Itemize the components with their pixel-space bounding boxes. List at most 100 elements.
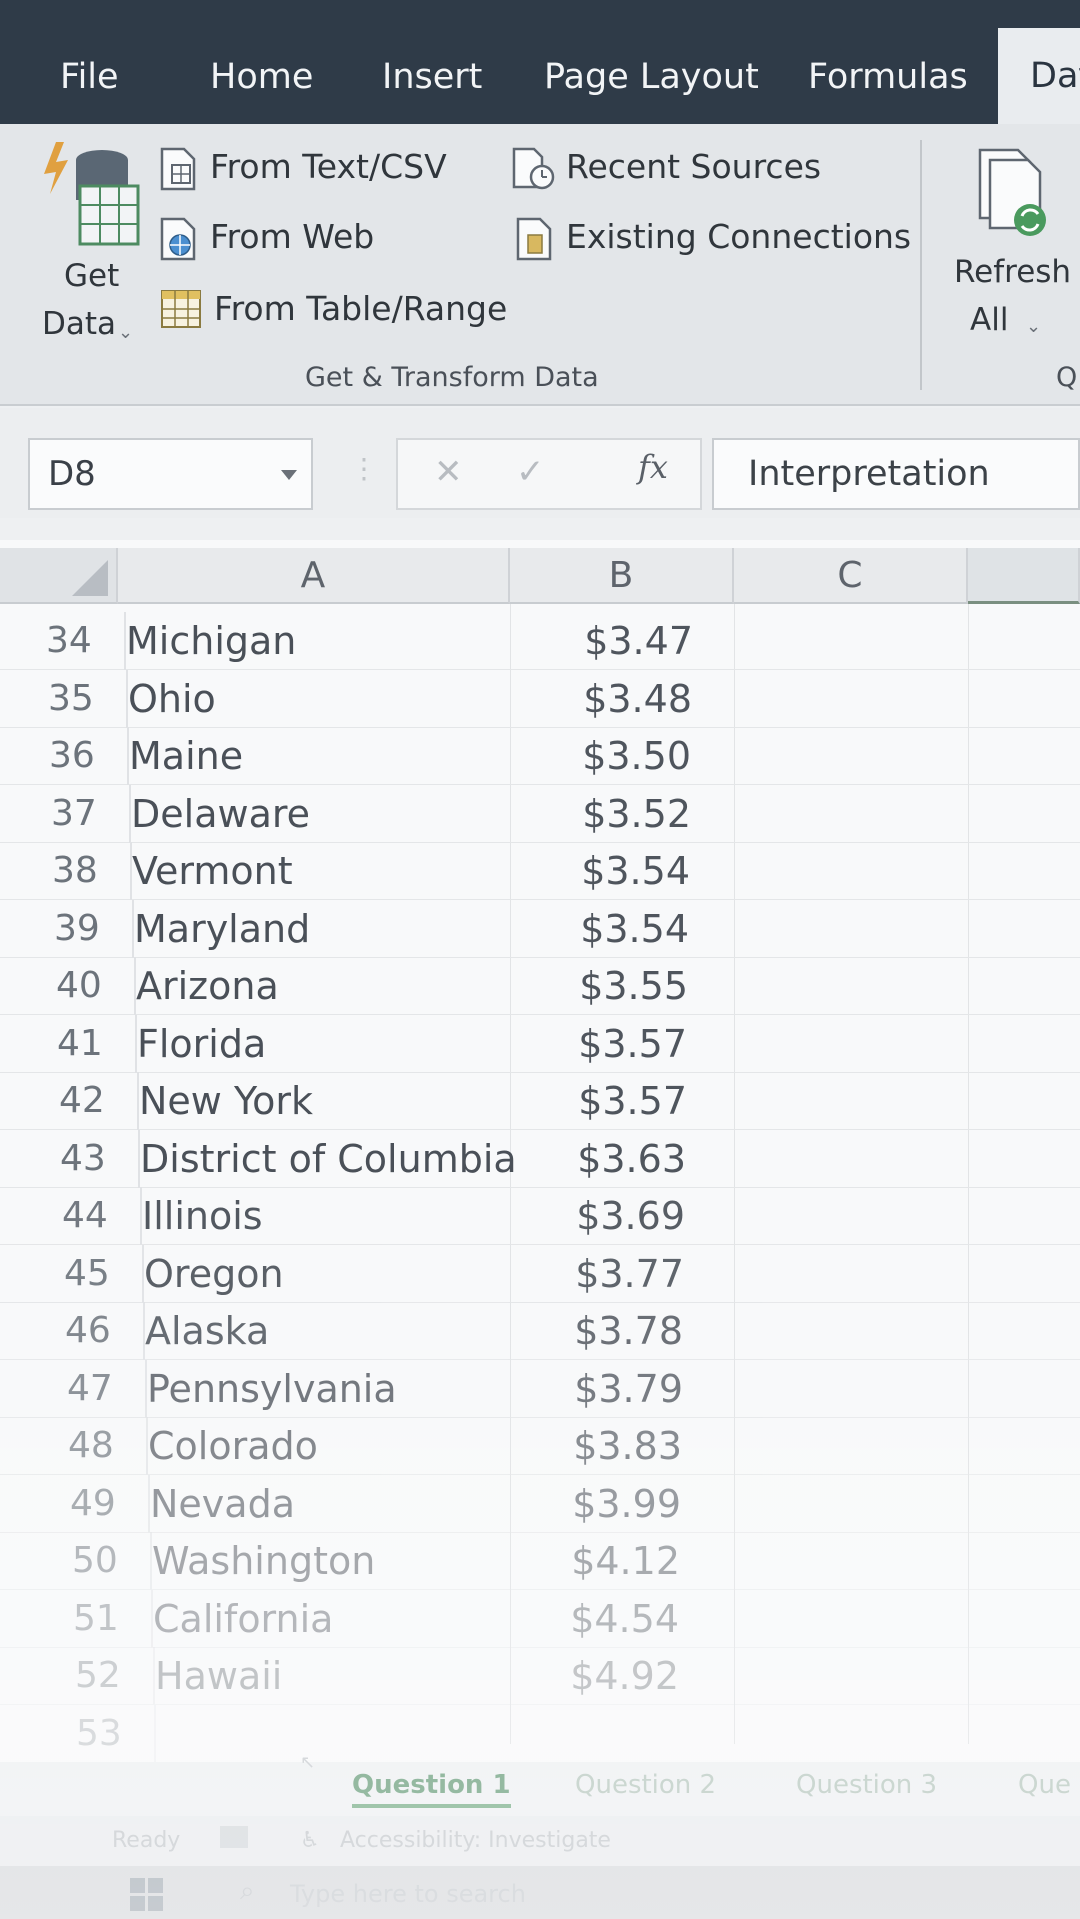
drag-handle-icon[interactable]: ⋮ xyxy=(350,452,378,485)
row-number[interactable]: 47 xyxy=(67,1360,137,1418)
tab-data[interactable]: Dat xyxy=(998,28,1080,124)
cell-price[interactable]: $3.54 xyxy=(496,900,721,958)
table-row[interactable]: 41 Florida $3.57 xyxy=(0,1014,1080,1073)
cell-price[interactable]: $4.92 xyxy=(486,1647,711,1705)
cell-state[interactable]: Florida xyxy=(135,1014,535,1073)
table-row[interactable]: 37 Delaware $3.52 xyxy=(0,784,1080,843)
row-number[interactable]: 37 xyxy=(51,785,121,843)
cell-price[interactable]: $3.79 xyxy=(490,1360,715,1418)
row-number[interactable]: 41 xyxy=(57,1015,127,1073)
table-row[interactable]: 50 Washington $4.12 xyxy=(0,1532,1080,1590)
from-web-button[interactable]: From Web xyxy=(160,215,390,265)
table-row[interactable]: 47 Pennsylvania $3.79 xyxy=(0,1359,1080,1418)
cell-price[interactable]: $3.47 xyxy=(500,612,725,670)
table-row[interactable]: 48 Colorado $3.83 xyxy=(0,1417,1080,1475)
table-row[interactable]: 35 Ohio $3.48 xyxy=(0,669,1080,728)
cell-state[interactable]: Michigan xyxy=(124,612,524,670)
insert-function-icon[interactable]: fx xyxy=(638,448,668,486)
cell-price[interactable]: $3.57 xyxy=(494,1072,719,1130)
sheet-tab-question-2[interactable]: Question 2 xyxy=(575,1770,716,1800)
tab-formulas[interactable]: Formulas xyxy=(808,52,968,102)
row-number[interactable]: 35 xyxy=(48,670,118,728)
cell-state[interactable]: Oregon xyxy=(142,1244,542,1303)
cell-price[interactable]: $3.48 xyxy=(499,670,724,728)
table-row[interactable]: 39 Maryland $3.54 xyxy=(0,899,1080,958)
row-number[interactable]: 42 xyxy=(59,1072,129,1130)
table-row[interactable]: 40 Arizona $3.55 xyxy=(0,957,1080,1015)
accessibility-status[interactable]: Accessibility: Investigate xyxy=(340,1828,611,1853)
table-row[interactable]: 51 California $4.54 xyxy=(0,1589,1080,1648)
row-number[interactable]: 36 xyxy=(49,727,119,785)
cell-state[interactable]: Ohio xyxy=(126,669,526,728)
cell-state[interactable]: Illinois xyxy=(140,1187,540,1245)
table-row[interactable]: 53 xyxy=(0,1704,1080,1763)
cell-price[interactable]: $3.57 xyxy=(494,1015,719,1073)
cell-state[interactable]: Maryland xyxy=(132,899,532,958)
cell-state[interactable]: Vermont xyxy=(130,842,530,900)
table-row[interactable]: 52 Hawaii $4.92 xyxy=(0,1647,1080,1705)
recent-sources-button[interactable]: Recent Sources xyxy=(512,145,821,195)
column-header-c[interactable]: C xyxy=(734,548,968,604)
sheet-tab-question-3[interactable]: Question 3 xyxy=(796,1770,937,1800)
dropdown-arrow-icon[interactable] xyxy=(281,470,297,480)
tab-page-layout[interactable]: Page Layout xyxy=(544,52,759,102)
row-number[interactable]: 48 xyxy=(68,1417,138,1475)
column-header-a[interactable]: A xyxy=(118,548,510,604)
row-number[interactable]: 45 xyxy=(64,1245,134,1303)
cell-state[interactable]: Alaska xyxy=(143,1302,543,1360)
cell-price[interactable]: $3.69 xyxy=(492,1187,717,1245)
column-header-b[interactable]: B xyxy=(510,548,734,604)
cell-price[interactable]: $3.50 xyxy=(498,727,723,785)
cell-price[interactable]: $3.99 xyxy=(488,1475,713,1533)
table-row[interactable]: 46 Alaska $3.78 xyxy=(0,1302,1080,1360)
cell-price[interactable]: $4.54 xyxy=(486,1590,711,1648)
windows-start-icon[interactable] xyxy=(130,1878,164,1912)
row-number[interactable]: 34 xyxy=(46,612,116,670)
row-number[interactable]: 52 xyxy=(75,1647,145,1705)
name-box[interactable]: D8 xyxy=(28,438,313,510)
enter-icon[interactable]: ✓ xyxy=(516,452,545,492)
macro-icon[interactable] xyxy=(220,1826,248,1848)
taskbar-search-input[interactable]: Type here to search xyxy=(290,1880,526,1908)
cell-state[interactable]: District of Columbia xyxy=(138,1129,538,1188)
get-data-button[interactable]: Get Data ⌄ xyxy=(30,136,140,346)
from-text-csv-button[interactable]: From Text/CSV xyxy=(160,145,450,195)
sheet-tab-question-1[interactable]: Question 1 xyxy=(352,1770,511,1808)
cell-state[interactable]: New York xyxy=(137,1072,537,1130)
row-number[interactable]: 39 xyxy=(54,900,124,958)
existing-connections-button[interactable]: Existing Connections xyxy=(512,215,911,265)
select-all-button[interactable] xyxy=(0,548,118,604)
cell-price[interactable]: $3.54 xyxy=(497,842,722,900)
row-number[interactable]: 38 xyxy=(52,842,122,900)
table-row[interactable]: 43 District of Columbia $3.63 xyxy=(0,1129,1080,1188)
row-number[interactable]: 46 xyxy=(65,1302,135,1360)
cell-price[interactable]: $3.55 xyxy=(495,957,720,1015)
row-number[interactable]: 51 xyxy=(73,1590,143,1648)
refresh-all-button[interactable]: Refresh All ⌄ xyxy=(950,140,1071,350)
cancel-icon[interactable]: ✕ xyxy=(434,452,463,492)
cell-price[interactable] xyxy=(485,1705,710,1763)
tab-home[interactable]: Home xyxy=(210,52,313,102)
cell-price[interactable]: $4.12 xyxy=(487,1532,712,1590)
cell-state[interactable]: Maine xyxy=(127,727,527,785)
formula-input[interactable]: Interpretation xyxy=(712,438,1080,510)
cell-state[interactable]: Delaware xyxy=(129,784,529,843)
table-row[interactable]: 45 Oregon $3.77 xyxy=(0,1244,1080,1303)
row-number[interactable]: 43 xyxy=(60,1130,130,1188)
cell-state[interactable]: Pennsylvania xyxy=(145,1359,545,1418)
sheet-tab-question-4[interactable]: Que xyxy=(1018,1770,1071,1800)
table-row[interactable]: 44 Illinois $3.69 xyxy=(0,1187,1080,1245)
table-row[interactable]: 42 New York $3.57 xyxy=(0,1072,1080,1130)
row-number[interactable]: 49 xyxy=(70,1475,140,1533)
row-number[interactable]: 40 xyxy=(56,957,126,1015)
cell-price[interactable]: $3.52 xyxy=(498,785,723,843)
table-row[interactable]: 38 Vermont $3.54 xyxy=(0,842,1080,900)
from-table-range-button[interactable]: From Table/Range xyxy=(160,285,507,335)
table-row[interactable]: 49 Nevada $3.99 xyxy=(0,1474,1080,1533)
column-header-d[interactable] xyxy=(968,548,1080,604)
cell-price[interactable]: $3.63 xyxy=(493,1130,718,1188)
cell-price[interactable]: $3.83 xyxy=(489,1417,714,1475)
cell-price[interactable]: $3.78 xyxy=(490,1302,715,1360)
table-row[interactable]: 34 Michigan $3.47 xyxy=(0,612,1080,670)
table-row[interactable]: 36 Maine $3.50 xyxy=(0,727,1080,785)
